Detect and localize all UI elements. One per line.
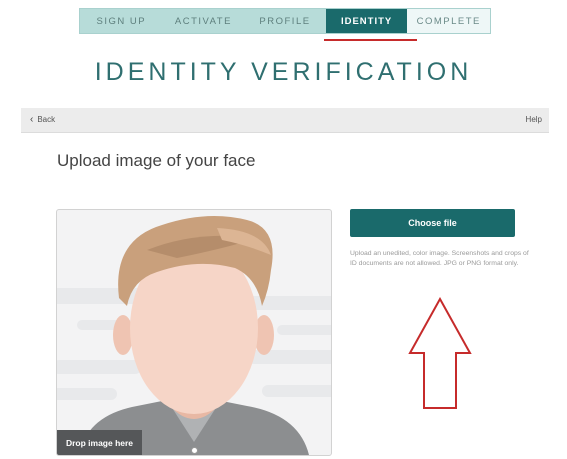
chevron-left-icon: ‹ xyxy=(30,113,34,125)
sub-navigation-bar: ‹ Back Help xyxy=(21,108,549,133)
carousel-dot xyxy=(191,447,198,454)
back-label: Back xyxy=(37,115,56,124)
active-step-underline xyxy=(324,39,417,41)
choose-file-button[interactable]: Choose file xyxy=(350,209,515,237)
step-profile[interactable]: PROFILE xyxy=(244,9,326,33)
face-placeholder-illustration xyxy=(57,216,331,455)
drop-image-label[interactable]: Drop image here xyxy=(57,430,142,455)
step-identity[interactable]: IDENTITY xyxy=(325,9,408,33)
upload-hint-text: Upload an unedited, color image. Screens… xyxy=(350,250,529,267)
step-complete[interactable]: COMPLETE xyxy=(407,9,491,33)
upload-heading: Upload image of your face xyxy=(57,151,256,170)
photo-drop-zone[interactable]: Drop image here xyxy=(56,209,332,456)
step-activate[interactable]: ACTIVATE xyxy=(163,9,245,33)
page-title: IDENTITY VERIFICATION xyxy=(94,58,473,86)
back-link[interactable]: ‹ Back xyxy=(30,113,56,125)
help-link[interactable]: Help xyxy=(526,115,542,124)
arrow-up-annotation-icon xyxy=(408,297,472,409)
step-progress-bar: SIGN UP ACTIVATE PROFILE IDENTITY COMPLE… xyxy=(79,8,491,34)
step-sign-up[interactable]: SIGN UP xyxy=(80,9,163,33)
